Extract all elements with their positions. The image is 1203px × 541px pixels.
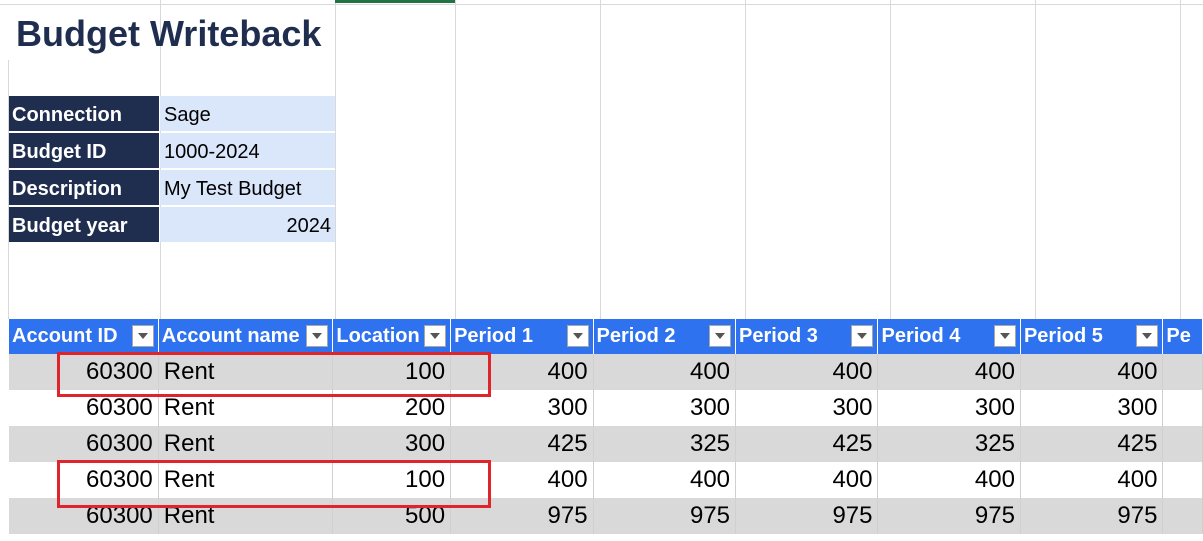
filter-dropdown-button[interactable] xyxy=(424,325,447,347)
cell-period[interactable]: 300 xyxy=(735,390,879,426)
cell-partial[interactable] xyxy=(1162,426,1203,462)
cell-period[interactable]: 325 xyxy=(593,426,737,462)
column-header-label: Account ID xyxy=(12,325,118,347)
cell-partial[interactable] xyxy=(1162,390,1203,426)
info-label[interactable]: Budget ID xyxy=(9,133,159,168)
filter-dropdown-button[interactable] xyxy=(306,325,329,347)
column-header-label: Pe xyxy=(1166,325,1191,347)
column-header-label: Period 5 xyxy=(1023,325,1103,347)
column-header-label: Location xyxy=(336,325,420,347)
column-header-period-3[interactable]: Period 3 xyxy=(735,319,879,354)
column-header-period-5[interactable]: Period 5 xyxy=(1020,319,1164,354)
cell-location[interactable]: 300 xyxy=(332,426,452,462)
chevron-down-icon xyxy=(312,333,323,339)
chevron-down-icon xyxy=(137,333,148,339)
cell-account-id[interactable]: 60300 xyxy=(9,426,159,462)
cell-period[interactable]: 975 xyxy=(593,498,737,534)
info-value[interactable]: 2024 xyxy=(160,207,335,242)
column-header-label: Period 3 xyxy=(739,325,818,347)
info-value[interactable]: Sage xyxy=(160,96,335,131)
gridline xyxy=(0,4,1203,5)
column-header-label: Period 4 xyxy=(881,325,961,347)
column-header-account-name[interactable]: Account name xyxy=(158,319,334,354)
filter-dropdown-button[interactable] xyxy=(566,325,589,347)
column-header-period-6-partial[interactable]: Pe xyxy=(1162,319,1203,354)
info-value[interactable]: 1000-2024 xyxy=(160,133,335,168)
gridline xyxy=(335,0,336,319)
column-header-period-1[interactable]: Period 1 xyxy=(450,319,594,354)
filter-dropdown-button[interactable] xyxy=(1136,325,1159,347)
column-header-label: Period 2 xyxy=(596,325,676,347)
chevron-down-icon xyxy=(430,333,441,339)
gridline xyxy=(455,0,456,319)
duplicate-row-highlight-box xyxy=(57,460,491,508)
cell-partial[interactable] xyxy=(1162,462,1203,498)
cell-period[interactable]: 325 xyxy=(877,426,1021,462)
column-header-period-2[interactable]: Period 2 xyxy=(593,319,737,354)
cell-partial[interactable] xyxy=(1162,354,1203,390)
gridline xyxy=(1035,0,1036,319)
cell-period[interactable]: 400 xyxy=(1020,462,1164,498)
info-label[interactable]: Description xyxy=(9,170,159,205)
cell-period[interactable]: 425 xyxy=(735,426,879,462)
cell-period[interactable]: 975 xyxy=(1020,498,1164,534)
table-row: 60300 Rent 300 425 325 425 325 425 xyxy=(9,426,1203,462)
cell-period[interactable]: 400 xyxy=(735,354,879,390)
page-title: Budget Writeback xyxy=(16,13,322,54)
chevron-down-icon xyxy=(572,333,583,339)
column-header-label: Account name xyxy=(161,325,300,347)
chevron-down-icon xyxy=(857,333,868,339)
gridline xyxy=(745,0,746,319)
cell-period[interactable]: 400 xyxy=(1020,354,1164,390)
cell-period[interactable]: 400 xyxy=(593,354,737,390)
info-value[interactable]: My Test Budget xyxy=(160,170,335,205)
chevron-down-icon xyxy=(999,333,1010,339)
column-header-location[interactable]: Location xyxy=(332,319,452,354)
column-header-label: Period 1 xyxy=(454,325,533,347)
cell-period[interactable]: 400 xyxy=(735,462,879,498)
gridline xyxy=(1180,0,1181,319)
filter-dropdown-button[interactable] xyxy=(709,325,732,347)
column-header-account-id[interactable]: Account ID xyxy=(9,319,159,354)
cell-period[interactable]: 975 xyxy=(735,498,879,534)
gridline xyxy=(890,0,891,319)
filter-dropdown-button[interactable] xyxy=(993,325,1016,347)
gridline xyxy=(600,0,601,319)
cell-period[interactable]: 975 xyxy=(877,498,1021,534)
cell-period[interactable]: 400 xyxy=(593,462,737,498)
cell-partial[interactable] xyxy=(1162,498,1203,534)
cell-period[interactable]: 400 xyxy=(877,354,1021,390)
selected-cell-indicator xyxy=(335,0,455,3)
info-label[interactable]: Connection xyxy=(9,96,159,131)
duplicate-row-highlight-box xyxy=(57,352,491,397)
cell-period[interactable]: 300 xyxy=(593,390,737,426)
cell-period[interactable]: 300 xyxy=(877,390,1021,426)
cell-period[interactable]: 425 xyxy=(1020,426,1164,462)
chevron-down-icon xyxy=(715,333,726,339)
cell-account-name[interactable]: Rent xyxy=(158,426,334,462)
cell-period[interactable]: 425 xyxy=(450,426,594,462)
cell-period[interactable]: 300 xyxy=(1020,390,1164,426)
cell-period[interactable]: 400 xyxy=(877,462,1021,498)
chevron-down-icon xyxy=(1142,333,1153,339)
filter-dropdown-button[interactable] xyxy=(131,325,154,347)
info-label[interactable]: Budget year xyxy=(9,207,159,242)
table-header-row: Account ID Account name Location Period … xyxy=(9,319,1203,354)
column-header-period-4[interactable]: Period 4 xyxy=(877,319,1021,354)
filter-dropdown-button[interactable] xyxy=(851,325,874,347)
